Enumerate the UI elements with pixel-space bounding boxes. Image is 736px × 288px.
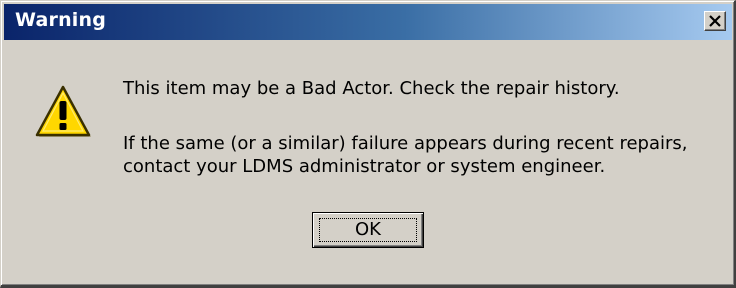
title-bar[interactable]: Warning — [4, 4, 732, 40]
message-line-3: contact your LDMS administrator or syste… — [123, 156, 606, 177]
message-line-1: This item may be a Bad Actor. Check the … — [123, 78, 620, 99]
warning-icon — [35, 85, 91, 137]
close-button[interactable] — [704, 11, 726, 31]
message-line-2: If the same (or a similar) failure appea… — [123, 133, 688, 154]
warning-dialog: Warning This item may be a Bad Actor. Ch… — [0, 0, 736, 288]
ok-button[interactable]: OK — [312, 212, 424, 248]
ok-button-label: OK — [355, 219, 381, 240]
dialog-title: Warning — [15, 9, 107, 31]
close-icon — [709, 15, 721, 27]
